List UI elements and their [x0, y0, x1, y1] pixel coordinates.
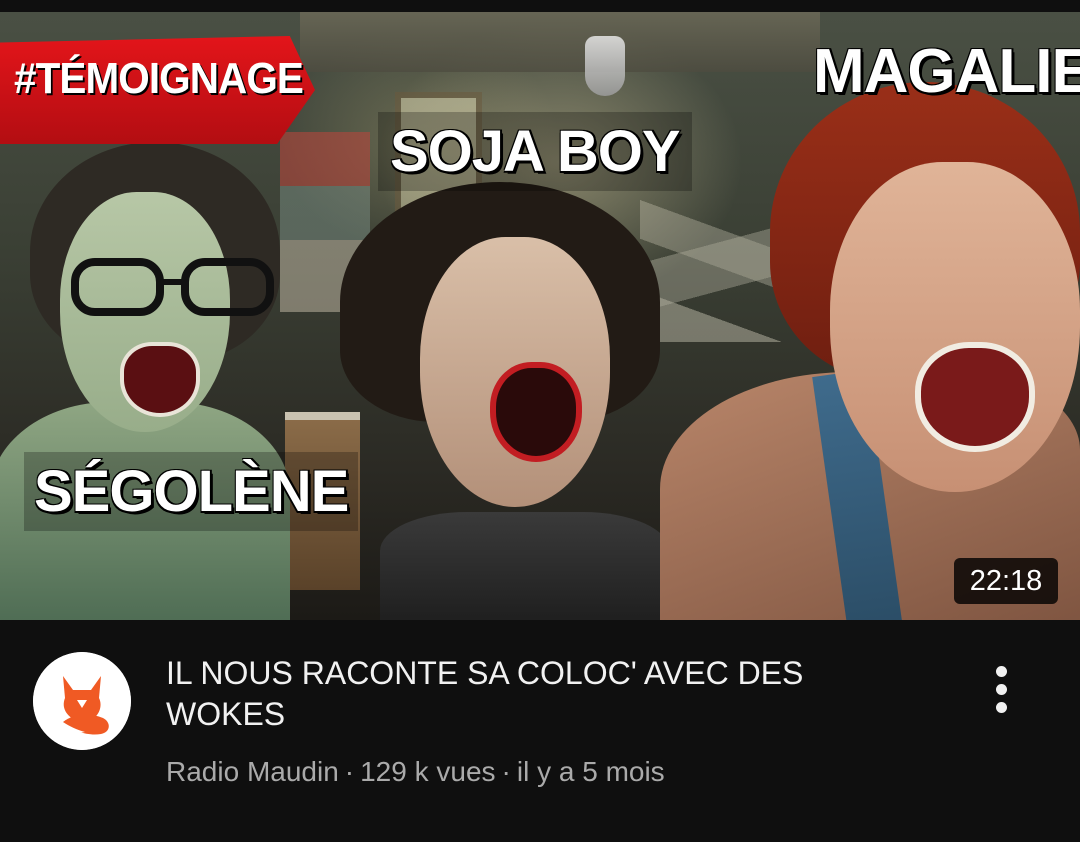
channel-avatar[interactable] — [33, 652, 131, 750]
upload-age: il y a 5 mois — [516, 756, 665, 787]
more-options-button[interactable] — [980, 660, 1024, 720]
more-vert-icon-dot — [996, 702, 1007, 713]
person-center-mouth — [490, 362, 582, 462]
thumbnail-person-left — [0, 142, 310, 620]
channel-name[interactable]: Radio Maudin — [166, 756, 339, 787]
thumbnail-name-center: SOJA BOY — [378, 112, 692, 191]
meta-separator: · — [501, 756, 511, 787]
duration-badge: 22:18 — [954, 558, 1058, 604]
thumbnail-ceiling-art — [300, 12, 820, 72]
more-vert-icon-dot — [996, 666, 1007, 677]
thumbnail-name-left: SÉGOLÈNE — [24, 452, 359, 531]
video-card: #TÉMOIGNAGE SOJA BOY MAGALIE SÉGOLÈNE 22… — [0, 0, 1080, 842]
video-title[interactable]: IL NOUS RACONTE SA COLOC' AVEC DES WOKES — [166, 653, 926, 735]
thumbnail-name-right: MAGALIE — [813, 37, 1080, 106]
top-strip — [0, 0, 1080, 12]
meta-separator: · — [344, 756, 355, 787]
thumbnail-fan-art — [585, 36, 625, 96]
thumbnail-tag-text: #TÉMOIGNAGE — [14, 54, 304, 103]
video-thumbnail[interactable]: #TÉMOIGNAGE SOJA BOY MAGALIE SÉGOLÈNE 22… — [0, 12, 1080, 620]
person-left-mouth — [120, 342, 200, 417]
fox-logo-icon — [33, 652, 131, 750]
person-right-mouth — [915, 342, 1035, 452]
view-count: 129 k vues — [360, 756, 496, 787]
glasses-icon — [71, 258, 274, 316]
more-vert-icon-dot — [996, 684, 1007, 695]
person-center-body — [380, 512, 670, 620]
thumbnail-person-right — [660, 72, 1080, 620]
video-metadata: Radio Maudin · 129 k vues · il y a 5 mois — [166, 756, 665, 788]
thumbnail-person-center — [340, 182, 670, 620]
